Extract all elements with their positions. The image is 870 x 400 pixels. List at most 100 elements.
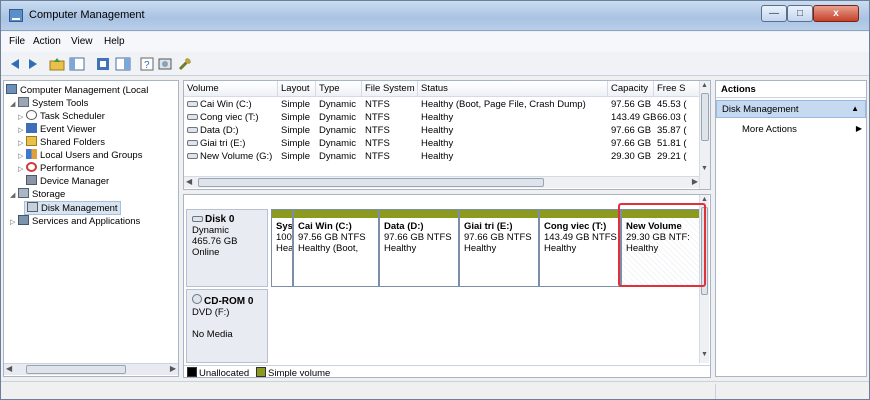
expand-arrow-icon[interactable]: ▷ xyxy=(18,113,26,121)
partition-system[interactable]: Syst100Hea xyxy=(271,209,293,287)
tree-horizontal-scrollbar[interactable]: ◀ ▶ xyxy=(4,363,178,375)
volume-row[interactable]: Cong viec (T:) Simple Dynamic NTFS Healt… xyxy=(184,112,704,125)
collapse-arrow-icon[interactable]: ▲ xyxy=(851,104,859,113)
status-bar xyxy=(1,381,869,399)
properties-icon[interactable] xyxy=(95,56,111,72)
column-header-file-system[interactable]: File System xyxy=(362,81,418,97)
scroll-up-icon[interactable]: ▲ xyxy=(701,196,708,203)
scroll-left-icon[interactable]: ◀ xyxy=(6,364,12,373)
disk-view-vertical-scrollbar[interactable]: ▲ ▼ xyxy=(699,195,709,363)
maximize-button[interactable]: □ xyxy=(787,5,813,22)
menu-help[interactable]: Help xyxy=(104,36,125,47)
tree-item-system-tools[interactable]: ◢ System Tools xyxy=(10,97,88,109)
expand-arrow-icon[interactable]: ▷ xyxy=(18,126,26,134)
volume-icon xyxy=(187,101,198,107)
partition-giai-tri[interactable]: Giai tri (E:) 97.66 GB NTFS Healthy xyxy=(459,209,539,287)
actions-header: Actions xyxy=(716,81,866,98)
minimize-button[interactable]: — xyxy=(761,5,787,22)
computer-icon xyxy=(6,84,17,94)
column-header-type[interactable]: Type xyxy=(316,81,362,97)
disk-0-label[interactable]: Disk 0 Dynamic 465.76 GB Online xyxy=(186,209,268,287)
storage-icon xyxy=(18,188,29,198)
close-button[interactable]: x xyxy=(813,5,859,22)
volume-bar xyxy=(460,210,538,218)
tree-item-shared-folders[interactable]: ▷ Shared Folders xyxy=(18,136,105,148)
collapse-arrow-icon[interactable]: ◢ xyxy=(10,100,18,108)
scrollbar-thumb[interactable] xyxy=(198,178,544,187)
back-icon[interactable] xyxy=(7,56,23,72)
title-bar: Computer Management — □ x xyxy=(1,1,869,31)
tree-item-computer-management[interactable]: Computer Management (Local xyxy=(6,84,148,96)
volume-row[interactable]: Cai Win (C:) Simple Dynamic NTFS Healthy… xyxy=(184,99,704,112)
list-horizontal-scrollbar[interactable]: ◀ ▶ xyxy=(184,176,700,188)
scroll-down-icon[interactable]: ▼ xyxy=(701,165,708,172)
expand-arrow-icon[interactable]: ▷ xyxy=(18,139,26,147)
console-icon[interactable] xyxy=(115,56,131,72)
tree-item-performance[interactable]: ▷ Performance xyxy=(18,162,94,174)
tree-item-local-users[interactable]: ▷ Local Users and Groups xyxy=(18,149,142,161)
computer-management-window: Computer Management — □ x File Action Vi… xyxy=(0,0,870,400)
forward-icon[interactable] xyxy=(25,56,41,72)
menu-view[interactable]: View xyxy=(71,36,93,47)
disk-management-icon xyxy=(27,202,38,212)
volume-bar xyxy=(540,210,620,218)
help-icon[interactable]: ? xyxy=(139,56,155,72)
disk-legend: Unallocated Simple volume xyxy=(184,365,710,377)
menu-action[interactable]: Action xyxy=(33,36,61,47)
simple-volume-swatch xyxy=(256,367,266,377)
toolbar: ? xyxy=(1,52,869,76)
show-hide-tree-icon[interactable] xyxy=(69,56,85,72)
collapse-arrow-icon[interactable]: ◢ xyxy=(10,191,18,199)
volume-bar xyxy=(380,210,458,218)
volume-bar xyxy=(622,210,700,218)
volume-list: Volume Layout Type File System Status Ca… xyxy=(183,80,711,190)
shared-folder-icon xyxy=(26,136,37,146)
partition-new-volume[interactable]: New Volume 29.30 GB NTF: Healthy xyxy=(621,209,701,287)
column-header-capacity[interactable]: Capacity xyxy=(608,81,654,97)
cdrom-0-label[interactable]: CD-ROM 0 DVD (F:) No Media xyxy=(186,289,268,363)
volume-icon xyxy=(187,114,198,120)
actions-pane: Actions Disk Management ▲ More Actions ▶ xyxy=(715,80,867,377)
expand-arrow-icon[interactable]: ▷ xyxy=(10,218,18,226)
disk-graphical-view: Disk 0 Dynamic 465.76 GB Online Syst100H… xyxy=(183,194,711,378)
scroll-left-icon[interactable]: ◀ xyxy=(186,177,192,186)
unallocated-swatch xyxy=(187,367,197,377)
column-header-status[interactable]: Status xyxy=(418,81,608,97)
menu-file[interactable]: File xyxy=(9,36,25,47)
scroll-right-icon[interactable]: ▶ xyxy=(170,364,176,373)
volume-icon xyxy=(187,127,198,133)
tree-item-device-manager[interactable]: Device Manager xyxy=(26,175,109,187)
disk-properties-icon[interactable] xyxy=(157,56,173,72)
more-actions-item[interactable]: More Actions ▶ xyxy=(742,124,864,135)
expand-arrow-icon[interactable]: ▷ xyxy=(18,165,26,173)
scroll-up-icon[interactable]: ▲ xyxy=(701,82,708,89)
device-manager-icon xyxy=(26,175,37,185)
scroll-right-icon[interactable]: ▶ xyxy=(692,177,698,186)
expand-arrow-icon[interactable]: ▷ xyxy=(18,152,26,160)
cdrom-area xyxy=(271,289,701,363)
tree-item-services-applications[interactable]: ▷ Services and Applications xyxy=(10,215,140,227)
tree-item-storage[interactable]: ◢ Storage xyxy=(10,188,65,200)
volume-row[interactable]: Data (D:) Simple Dynamic NTFS Healthy 97… xyxy=(184,125,704,138)
computer-management-icon xyxy=(9,9,23,22)
volume-row[interactable]: Giai tri (E:) Simple Dynamic NTFS Health… xyxy=(184,138,704,151)
tree-item-disk-management[interactable]: Disk Management xyxy=(24,201,121,215)
column-header-layout[interactable]: Layout xyxy=(278,81,316,97)
partition-cai-win[interactable]: Cai Win (C:) 97.56 GB NTFS Healthy (Boot, xyxy=(293,209,379,287)
actions-section-disk-management[interactable]: Disk Management ▲ xyxy=(716,100,866,118)
column-header-free-space[interactable]: Free S xyxy=(654,81,700,97)
scrollbar-thumb[interactable] xyxy=(701,93,709,141)
partition-data[interactable]: Data (D:) 97.66 GB NTFS Healthy xyxy=(379,209,459,287)
volume-row[interactable]: New Volume (G:) Simple Dynamic NTFS Heal… xyxy=(184,151,704,164)
tree-item-task-scheduler[interactable]: ▷ Task Scheduler xyxy=(18,110,105,122)
up-folder-icon[interactable] xyxy=(49,56,65,72)
settings-icon[interactable] xyxy=(177,56,193,72)
column-header-volume[interactable]: Volume xyxy=(184,81,278,97)
tree-item-event-viewer[interactable]: ▷ Event Viewer xyxy=(18,123,96,135)
scrollbar-thumb[interactable] xyxy=(701,207,708,295)
partition-cong-viec[interactable]: Cong viec (T:) 143.49 GB NTFS Healthy xyxy=(539,209,621,287)
menu-bar: File Action View Help xyxy=(1,32,869,52)
scrollbar-thumb[interactable] xyxy=(26,365,126,374)
scroll-down-icon[interactable]: ▼ xyxy=(701,351,708,358)
list-vertical-scrollbar[interactable]: ▲ ▼ xyxy=(699,81,710,189)
